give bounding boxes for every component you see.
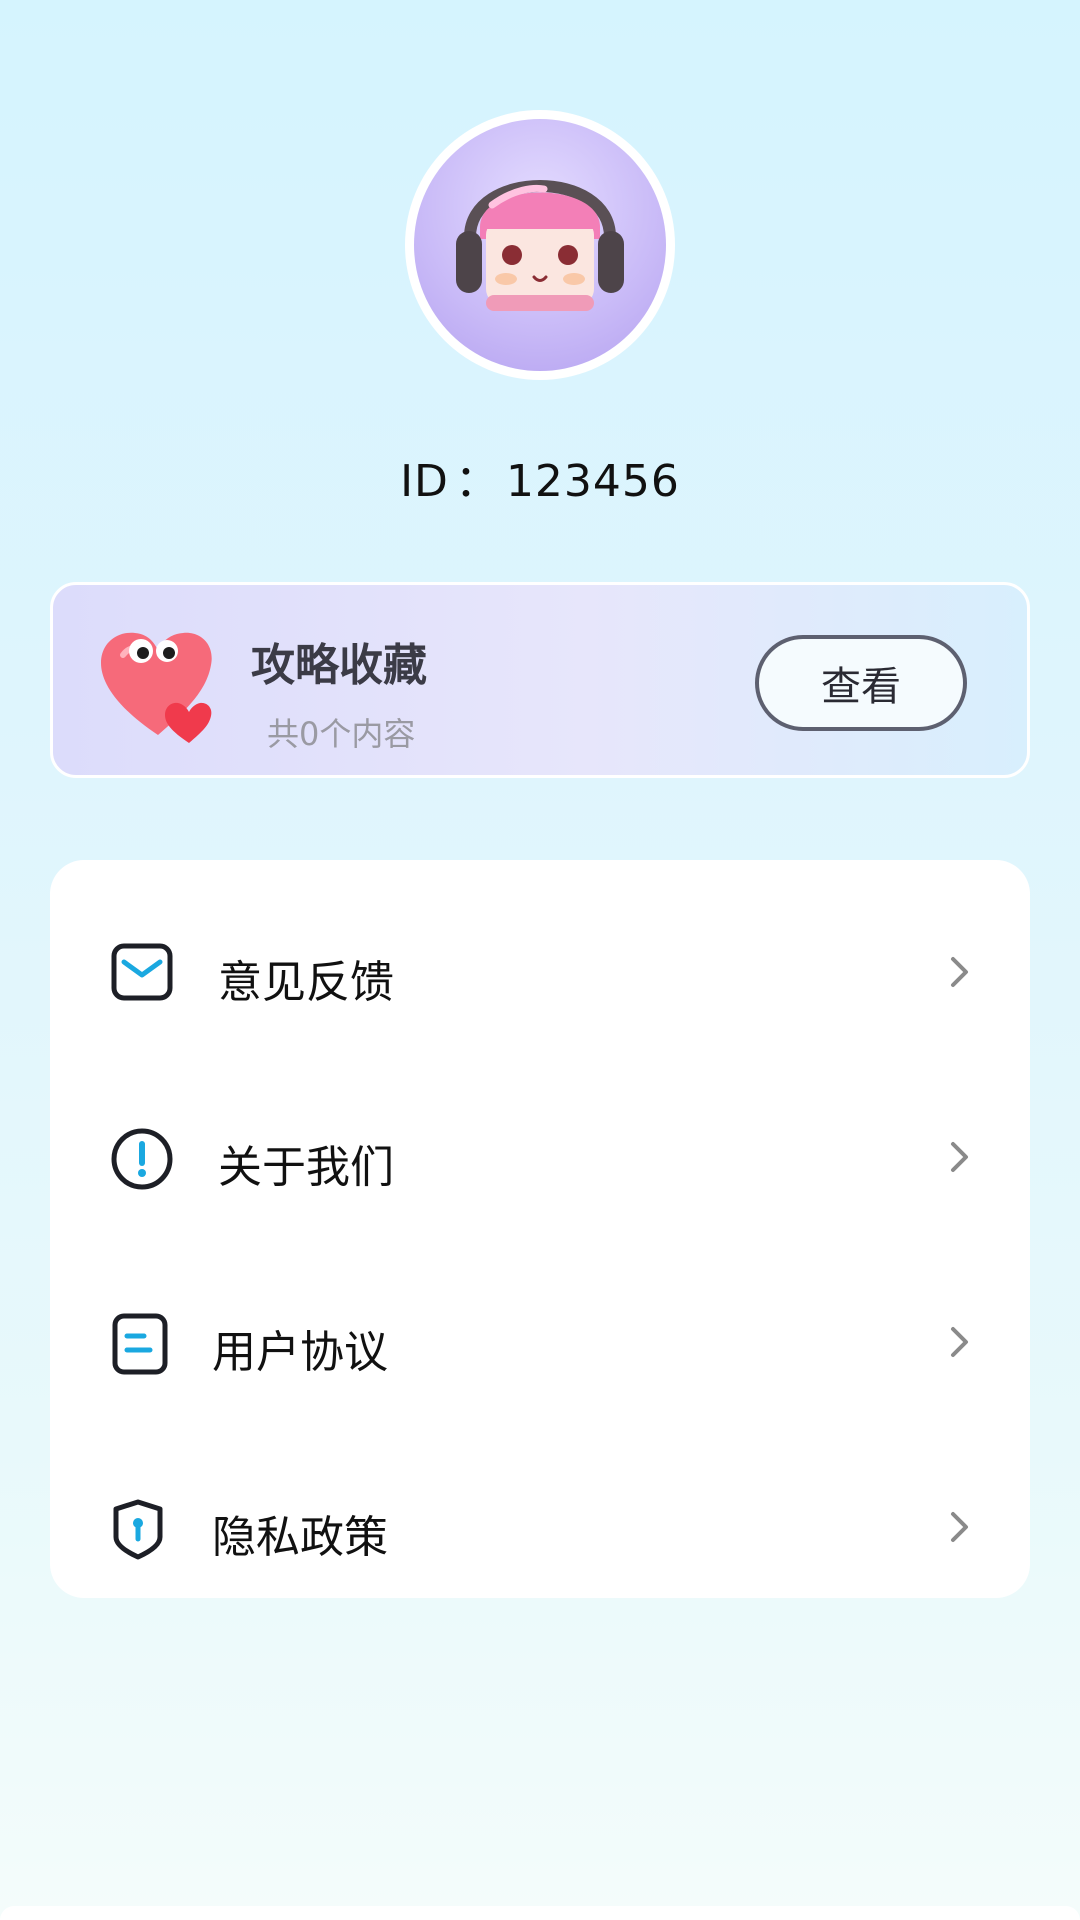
chevron-right-icon — [948, 1510, 972, 1548]
chevron-right-icon — [948, 1325, 972, 1363]
menu-item-label: 意见反馈 — [218, 957, 394, 1008]
menu-item-feedback[interactable]: 意见反馈 — [50, 892, 1030, 1052]
user-id-separator: ： — [454, 456, 500, 507]
menu-item-privacy-policy[interactable]: 隐私政策 — [50, 1447, 1030, 1607]
view-favorites-button[interactable]: 查看 — [755, 635, 967, 731]
avatar[interactable] — [405, 110, 675, 380]
user-id-label: ID — [400, 456, 449, 507]
shield-icon — [110, 1497, 166, 1565]
cartoon-headphone-girl-icon — [456, 180, 624, 311]
menu-item-about[interactable]: 关于我们 — [50, 1077, 1030, 1237]
favorites-title: 攻略收藏 — [251, 640, 427, 691]
menu-item-label: 用户协议 — [212, 1327, 388, 1378]
favorites-count: 共0个内容 — [267, 715, 416, 753]
user-id: ID： 123456 — [0, 445, 1080, 509]
user-id-value: 123456 — [505, 456, 680, 507]
menu-item-user-agreement[interactable]: 用户协议 — [50, 1262, 1030, 1422]
bottom-sheet-edge — [0, 1906, 1080, 1920]
chevron-right-icon — [948, 1140, 972, 1178]
favorites-card: 攻略收藏 共0个内容 查看 — [50, 582, 1030, 778]
document-icon — [110, 1312, 170, 1380]
avatar-image — [414, 119, 666, 371]
menu-item-label: 关于我们 — [218, 1142, 394, 1193]
heart-mascot-icon — [93, 625, 223, 749]
settings-menu: 意见反馈 关于我们 用户协议 隐私政策 — [50, 860, 1030, 1598]
menu-item-label: 隐私政策 — [212, 1512, 388, 1563]
info-icon — [110, 1127, 174, 1195]
chevron-right-icon — [948, 955, 972, 993]
mail-icon — [110, 942, 174, 1006]
